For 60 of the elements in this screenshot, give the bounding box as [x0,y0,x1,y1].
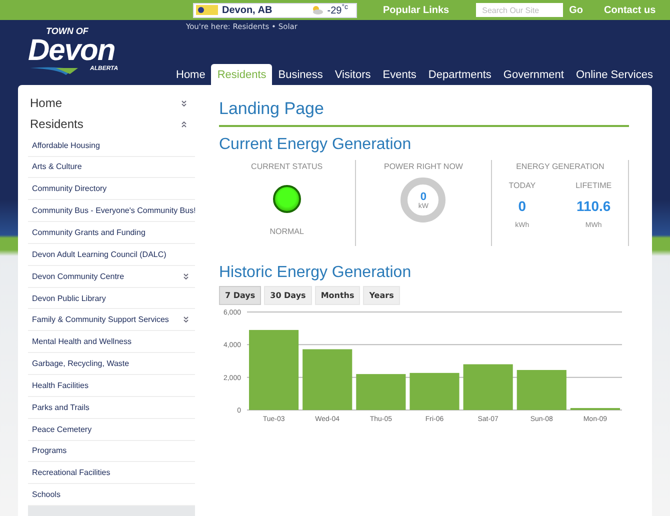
bar [463,364,513,410]
sidebar-item[interactable]: Community Grants and Funding [28,222,195,244]
sidebar-item[interactable]: Programs [28,440,195,462]
chevron-up-icon[interactable] [181,120,187,128]
chevron-down-icon[interactable] [181,100,187,107]
bar [302,349,352,410]
sidebar-item[interactable]: Arts & Culture [28,156,195,178]
sidebar-item[interactable]: Parks and Trails [28,396,195,419]
chevron-down-icon[interactable] [183,316,189,324]
range-button[interactable]: Months [314,286,360,305]
range-button[interactable]: 30 Days [264,286,312,305]
status-text: NORMAL [270,227,304,236]
stat-label: POWER RIGHT NOW [384,162,463,171]
bar [410,372,460,410]
sidebar-item[interactable]: Health Facilities [28,374,195,397]
page-title: Landing Page [219,91,629,127]
sidebar-item[interactable]: Devon Community Centre [28,266,195,288]
sun-cloud-icon [311,5,324,15]
sidebar-item[interactable]: Recreational Facilities [28,462,195,484]
bar [356,374,406,410]
weather-city: Devon, AB [222,4,272,16]
energy-value: 110.6 [576,198,611,214]
weather-network-logo-icon [196,5,218,15]
chevron-down-icon[interactable] [183,272,189,280]
gauge-ring-icon [400,177,446,223]
weather-widget[interactable]: Devon, AB -29$^{°c}$ [193,2,357,18]
bar [516,370,566,410]
sidebar-section[interactable]: Residents [28,114,195,135]
sidebar-item[interactable]: Devon Public Library [28,288,195,310]
sidebar-item[interactable]: Peace Cemetery [28,418,195,440]
weather-temperature: -29$^{°c}$ [327,4,348,16]
status-light [272,185,301,213]
range-button[interactable]: Years [363,286,400,305]
sidebar-item[interactable]: Community Directory [28,178,195,200]
nav-tab[interactable]: Departments [422,64,498,85]
stat-label: TODAY [508,181,536,190]
nav-tab[interactable]: Visitors [328,64,377,85]
sidebar-section[interactable]: Home [28,93,195,114]
energy-value: 0 [518,198,526,214]
logo-town-text: TOWN OF [45,27,90,36]
sidebar-item[interactable]: Family & Community Support Services [28,309,195,332]
section-heading: Historic Energy Generation [219,264,412,282]
sidebar-item[interactable]: Community Bus - Everyone's Community Bus! [28,200,195,222]
sidebar-item[interactable]: Garbage, Recycling, Waste [28,353,195,375]
stat-label: CURRENT STATUS [251,162,323,171]
sidebar-item[interactable]: Affordable Housing [28,134,195,157]
search-field[interactable]: Search Our Site [476,3,564,17]
nav-tab[interactable]: Online Services [570,64,659,85]
power-value: 0 [420,190,427,202]
nav-tab[interactable]: Home [170,64,212,85]
section-heading: Current Energy Generation [219,136,412,154]
logo-name-text[interactable]: Devon [28,36,148,66]
sidebar-item[interactable]: Devon Adult Learning Council (DALC) [28,244,195,266]
range-button[interactable]: 7 Days [219,286,262,305]
nav-tab[interactable]: Government [497,64,570,85]
nav-tab[interactable]: Business [272,64,329,85]
nav-tab[interactable]: Events [376,64,422,85]
stat-label: ENERGY GENERATION [516,162,604,171]
sidebar-item[interactable]: Mental Health and Wellness [28,331,195,354]
stat-label: LIFETIME [576,181,612,190]
